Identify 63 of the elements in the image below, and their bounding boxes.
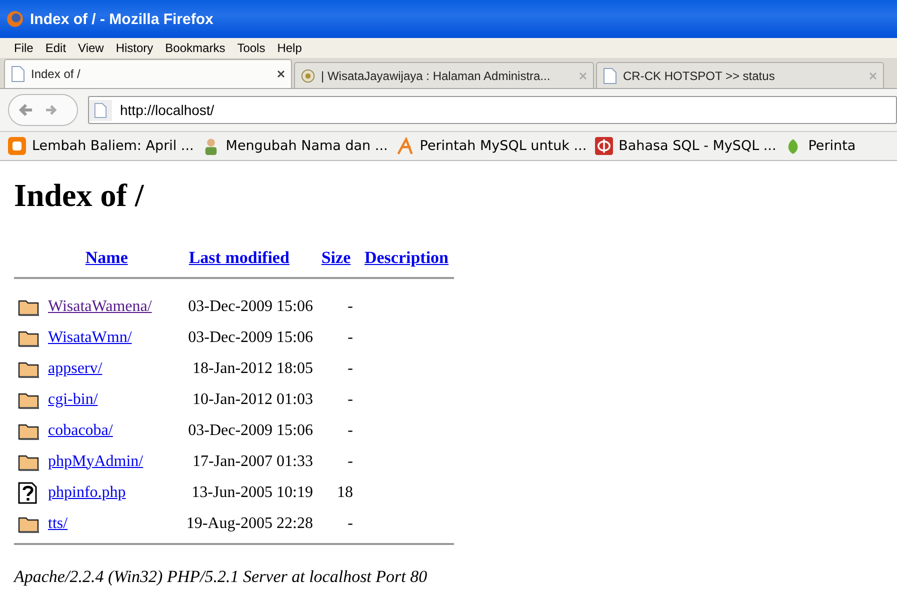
bookmark-link[interactable]: Bahasa SQL - MySQL ... — [618, 138, 776, 154]
page-heading: Index of / — [14, 177, 145, 214]
size-cell-text: - — [346, 420, 354, 440]
size-cell-text: - — [346, 358, 354, 378]
date-cell-text: 03-Dec-2009 15:06 — [187, 328, 313, 348]
page-icon — [603, 68, 617, 84]
menu-item[interactable]: Bookmarks — [159, 41, 232, 55]
date-cell-text: 13-Jun-2005 10:19 — [190, 482, 313, 502]
window-title: Index of / - Mozilla Firefox — [30, 10, 214, 28]
bookmark-link[interactable]: Perintah MySQL untuk ... — [420, 138, 587, 154]
size-cell-text: - — [346, 296, 354, 316]
size-cell-text: - — [346, 390, 354, 410]
date-cell-text: 03-Dec-2009 15:06 — [187, 296, 313, 316]
browser-tab[interactable]: Index of / — [4, 59, 292, 88]
menu-item[interactable]: File — [8, 41, 40, 55]
tab-title: | WisataJayawijaya : Halaman Administra... — [321, 68, 552, 82]
file-link[interactable]: cgi-bin/ — [48, 390, 98, 408]
file-link[interactable]: phpinfo.php — [48, 484, 126, 500]
globe-icon — [6, 10, 24, 28]
date-cell-text: 03-Dec-2009 15:06 — [187, 420, 313, 440]
menu-item[interactable]: History — [110, 41, 160, 55]
bookmark-link[interactable]: Lembah Baliem: April ... — [32, 138, 194, 154]
size-cell-text: - — [346, 452, 354, 472]
server-signature: Apache/2.2.4 (Win32) PHP/5.2.1 Server at localhost Port 80 — [14, 567, 428, 587]
date-cell-text: 10-Jan-2012 01:03 — [192, 390, 313, 410]
back-arrow-icon — [19, 103, 33, 117]
file-link[interactable]: phpMyAdmin/ — [48, 452, 144, 470]
menu-item[interactable]: Tools — [231, 41, 272, 55]
file-link[interactable]: appserv/ — [48, 360, 102, 376]
column-header-link[interactable]: Name — [85, 248, 128, 266]
page-icon — [89, 100, 112, 120]
size-cell-text: - — [346, 514, 354, 534]
phi-icon — [594, 137, 613, 155]
letter-a-icon — [396, 137, 414, 155]
file-link[interactable]: WisataWamena/ — [48, 298, 152, 314]
date-cell-text: 17-Jan-2007 01:33 — [192, 452, 313, 472]
file-link[interactable]: cobacoba/ — [48, 422, 113, 438]
page-icon — [11, 66, 25, 82]
browser-tab[interactable]: CR-CK HOTSPOT >> status — [596, 62, 884, 88]
menu-item[interactable]: Help — [271, 41, 308, 55]
tab-title: Index of / — [31, 67, 82, 81]
emblem-icon — [301, 68, 315, 84]
back-forward-button[interactable] — [8, 94, 78, 126]
address-field[interactable]: http://localhost/ — [88, 96, 897, 124]
file-link[interactable]: WisataWmn/ — [48, 328, 132, 346]
column-header-link[interactable]: Size — [321, 248, 351, 266]
tab-title: CR-CK HOTSPOT >> status — [623, 68, 776, 82]
column-header-link[interactable]: Description — [364, 248, 449, 266]
file-link[interactable]: tts/ — [48, 514, 68, 532]
size-cell-text: 18 — [336, 482, 354, 502]
menu-item[interactable]: Edit — [39, 41, 72, 55]
menu-item[interactable]: View — [72, 41, 110, 55]
forward-arrow-icon — [45, 104, 57, 116]
blog-logo-icon — [8, 137, 26, 155]
size-cell-text: - — [346, 328, 354, 348]
close-icon[interactable] — [277, 70, 285, 78]
bookmark-link[interactable]: Mengubah Nama dan ... — [226, 138, 388, 154]
bookmark-link[interactable]: Perinta — [808, 138, 856, 154]
date-cell-text: 19-Aug-2005 22:28 — [185, 514, 313, 534]
browser-tab[interactable]: | WisataJayawijaya : Halaman Administra... — [294, 62, 594, 88]
date-cell-text: 18-Jan-2012 18:05 — [192, 358, 313, 378]
unknown-file-icon — [18, 482, 38, 504]
column-header-link[interactable]: Last modified — [188, 248, 290, 266]
